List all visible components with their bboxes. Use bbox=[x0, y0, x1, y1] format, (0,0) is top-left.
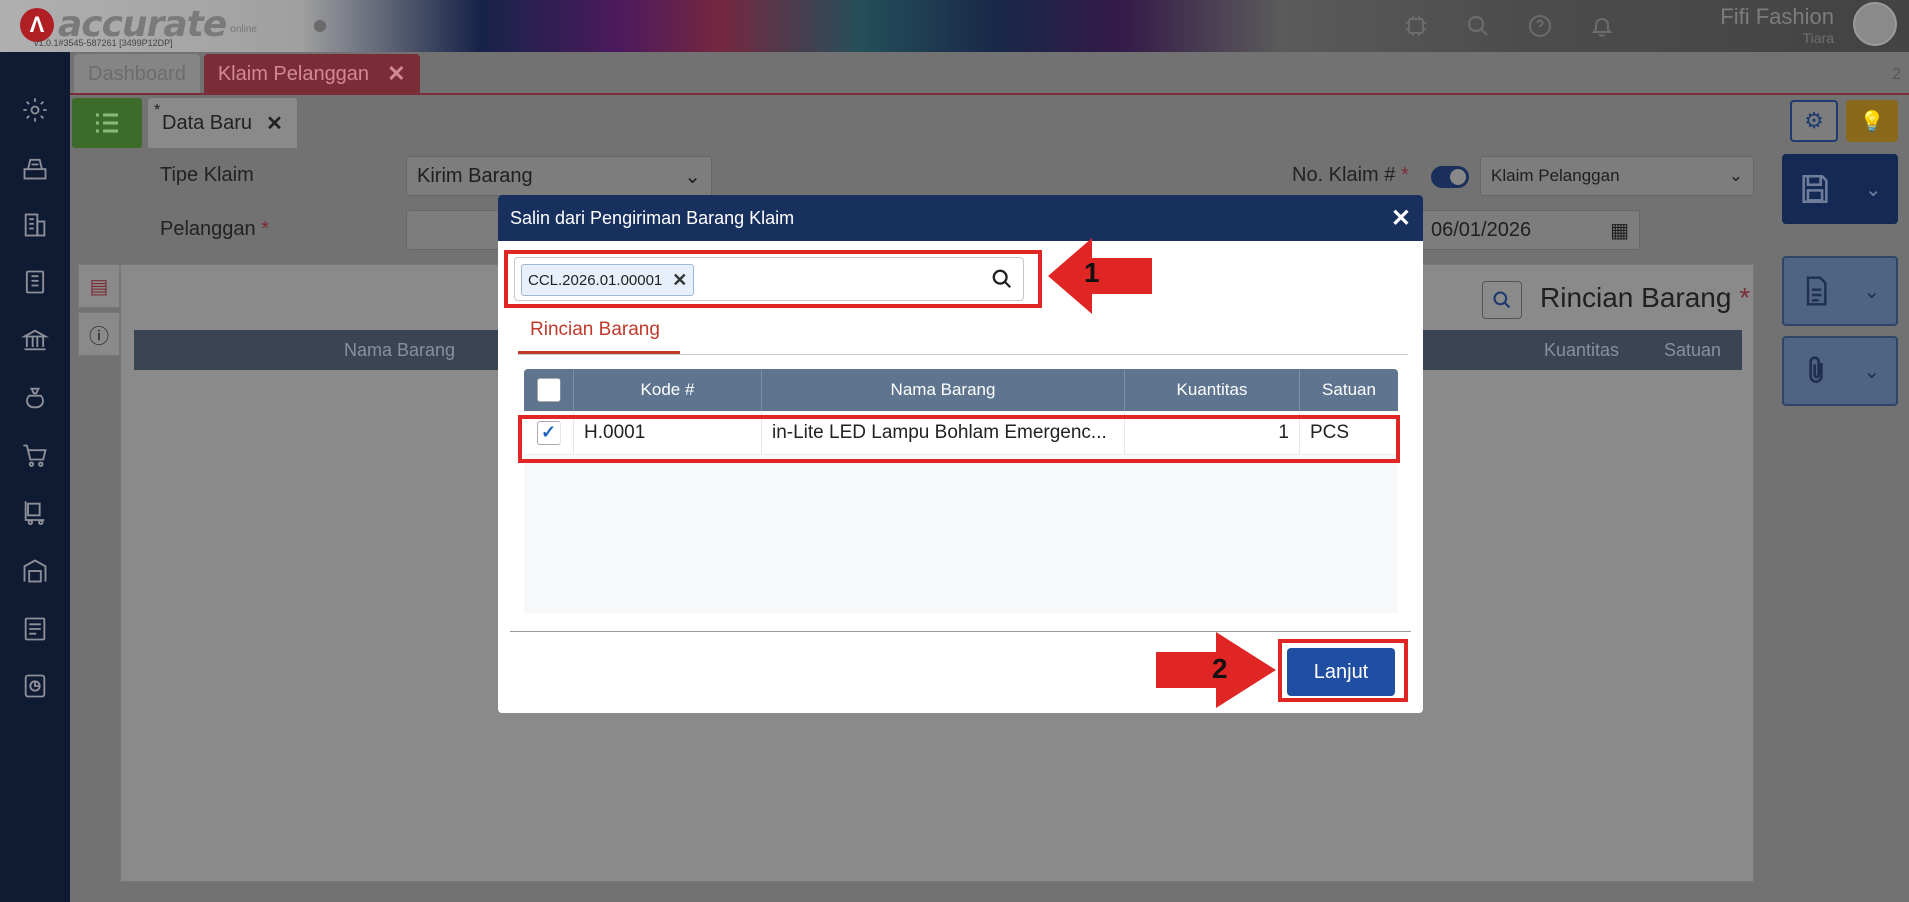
version-label: v1.0.1#3545-587261 [3499P12DP] bbox=[34, 38, 173, 48]
report-icon[interactable] bbox=[17, 668, 53, 704]
col-kuantitas: Kuantitas bbox=[1544, 340, 1620, 360]
no-klaim-label: No. Klaim # * bbox=[1292, 164, 1409, 187]
pelanggan-label-text: Pelanggan bbox=[160, 218, 256, 240]
tab-klaim-label: Klaim Pelanggan bbox=[217, 62, 370, 85]
tipe-klaim-label: Tipe Klaim bbox=[160, 164, 254, 186]
tab-klaim-pelanggan[interactable]: Klaim Pelanggan ✕ bbox=[203, 54, 420, 94]
chevron-down-icon: ⌄ bbox=[684, 165, 701, 188]
save-button[interactable]: ⌄ bbox=[1782, 154, 1898, 224]
logo-mark-icon: Λ bbox=[20, 7, 54, 42]
date-input[interactable]: 06/01/2026 ▦ bbox=[1420, 210, 1640, 250]
save-icon bbox=[1802, 174, 1828, 204]
list-view-button[interactable] bbox=[72, 98, 142, 148]
dialog-header: Salin dari Pengiriman Barang Klaim ✕ bbox=[498, 195, 1423, 241]
no-klaim-select[interactable]: Klaim Pelanggan ⌄ bbox=[1480, 156, 1754, 196]
col-nama-barang: Nama Barang bbox=[344, 340, 456, 360]
avatar[interactable] bbox=[1853, 2, 1897, 46]
ledger-icon[interactable] bbox=[17, 264, 53, 300]
search-icon[interactable] bbox=[1462, 10, 1494, 42]
dialog-title: Salin dari Pengiriman Barang Klaim bbox=[510, 207, 795, 228]
pelanggan-label: Pelanggan * bbox=[160, 218, 269, 241]
company-name: Fifi Fashion bbox=[1720, 4, 1834, 29]
cashier-icon[interactable] bbox=[17, 150, 53, 186]
tipe-klaim-select[interactable]: Kirim Barang ⌄ bbox=[406, 156, 712, 196]
detail-tab-icon[interactable]: ▤ bbox=[78, 264, 120, 308]
close-icon[interactable]: ✕ bbox=[1391, 204, 1411, 233]
top-header: Λ accurate online v1.0.1#3545-587261 [34… bbox=[0, 0, 1909, 52]
info-icon[interactable]: ⓘ bbox=[78, 312, 120, 356]
arrow-left-icon bbox=[1048, 238, 1152, 314]
select-all-checkbox[interactable] bbox=[536, 378, 561, 402]
col-kuantitas[interactable]: Kuantitas bbox=[1125, 369, 1300, 411]
tab-dashboard[interactable]: Dashboard bbox=[74, 54, 200, 94]
step-1-label: 1 bbox=[1084, 257, 1100, 288]
table-empty-area bbox=[524, 455, 1398, 613]
delivery-icon[interactable] bbox=[17, 495, 53, 531]
search-icon[interactable] bbox=[1482, 281, 1522, 319]
unsaved-marker: * bbox=[154, 102, 161, 119]
sidebar bbox=[0, 52, 70, 902]
company-info[interactable]: Fifi Fashion Tiara bbox=[1720, 4, 1834, 46]
tab-divider bbox=[518, 354, 1408, 355]
close-tab-icon[interactable]: ✕ bbox=[387, 61, 405, 87]
bank-icon[interactable] bbox=[17, 322, 53, 358]
help-icon[interactable] bbox=[1524, 10, 1556, 42]
highlight-search-box bbox=[504, 250, 1042, 308]
bell-icon[interactable] bbox=[1586, 10, 1618, 42]
building-icon[interactable] bbox=[17, 207, 53, 243]
tipe-klaim-value: Kirim Barang bbox=[417, 164, 533, 187]
date-value: 06/01/2026 bbox=[1431, 218, 1532, 241]
document-icon bbox=[1806, 276, 1827, 306]
col-nama-barang[interactable]: Nama Barang bbox=[762, 369, 1125, 411]
money-bag-icon[interactable] bbox=[17, 380, 53, 416]
gear-icon[interactable]: ⚙ bbox=[1790, 100, 1838, 142]
user-name: Tiara bbox=[1802, 30, 1834, 46]
paperclip-icon bbox=[1809, 356, 1823, 383]
tab-data-baru-label: Data Baru bbox=[162, 111, 253, 134]
highlight-item-row bbox=[518, 415, 1400, 463]
ai-icon[interactable] bbox=[1400, 10, 1432, 42]
no-klaim-select-value: Klaim Pelanggan bbox=[1491, 166, 1620, 185]
status-dot bbox=[314, 20, 326, 32]
header-overlay bbox=[0, 0, 1909, 52]
chevron-down-icon: ⌄ bbox=[1863, 280, 1881, 303]
panel-title: Rincian Barang * bbox=[1540, 282, 1750, 314]
panel-title-text: Rincian Barang bbox=[1540, 282, 1732, 313]
required-mark: * bbox=[1739, 282, 1751, 313]
warehouse-icon[interactable] bbox=[17, 553, 53, 589]
required-mark: * bbox=[261, 218, 270, 240]
cart-icon[interactable] bbox=[17, 438, 53, 474]
step-2-label: 2 bbox=[1212, 653, 1228, 684]
col-kode[interactable]: Kode # bbox=[574, 369, 762, 411]
attachment-button[interactable]: ⌄ bbox=[1782, 336, 1898, 406]
items-table: Kode # Nama Barang Kuantitas Satuan ✓ H.… bbox=[524, 369, 1398, 613]
chevron-down-icon: ⌄ bbox=[1728, 166, 1743, 185]
tab-count[interactable]: 2 bbox=[1892, 66, 1901, 84]
tab-dashboard-label: Dashboard bbox=[88, 62, 186, 85]
col-satuan: Satuan bbox=[1664, 340, 1722, 360]
select-all-cell bbox=[524, 369, 574, 411]
module-tabs: Dashboard Klaim Pelanggan ✕ bbox=[74, 54, 420, 94]
calendar-icon[interactable]: ▦ bbox=[1610, 218, 1629, 243]
settings-icon[interactable] bbox=[17, 92, 53, 128]
tab-underline bbox=[70, 93, 1909, 95]
tab-rincian-barang[interactable]: Rincian Barang bbox=[530, 319, 660, 341]
tab-data-baru[interactable]: * Data Baru ✕ bbox=[148, 98, 297, 148]
highlight-continue-button bbox=[1278, 639, 1408, 702]
no-klaim-label-text: No. Klaim # bbox=[1292, 164, 1396, 186]
close-icon[interactable]: ✕ bbox=[266, 111, 283, 136]
required-mark: * bbox=[1400, 164, 1409, 186]
bulb-icon[interactable]: 💡 bbox=[1846, 100, 1898, 142]
table-header: Kode # Nama Barang Kuantitas Satuan bbox=[524, 369, 1398, 411]
document-button[interactable]: ⌄ bbox=[1782, 256, 1898, 326]
auto-number-toggle[interactable] bbox=[1431, 166, 1469, 188]
col-satuan[interactable]: Satuan bbox=[1300, 369, 1398, 411]
logo-cloud: online bbox=[230, 24, 257, 35]
chevron-down-icon: ⌄ bbox=[1863, 360, 1881, 383]
tax-icon[interactable] bbox=[17, 611, 53, 647]
chevron-down-icon: ⌄ bbox=[1864, 178, 1882, 201]
